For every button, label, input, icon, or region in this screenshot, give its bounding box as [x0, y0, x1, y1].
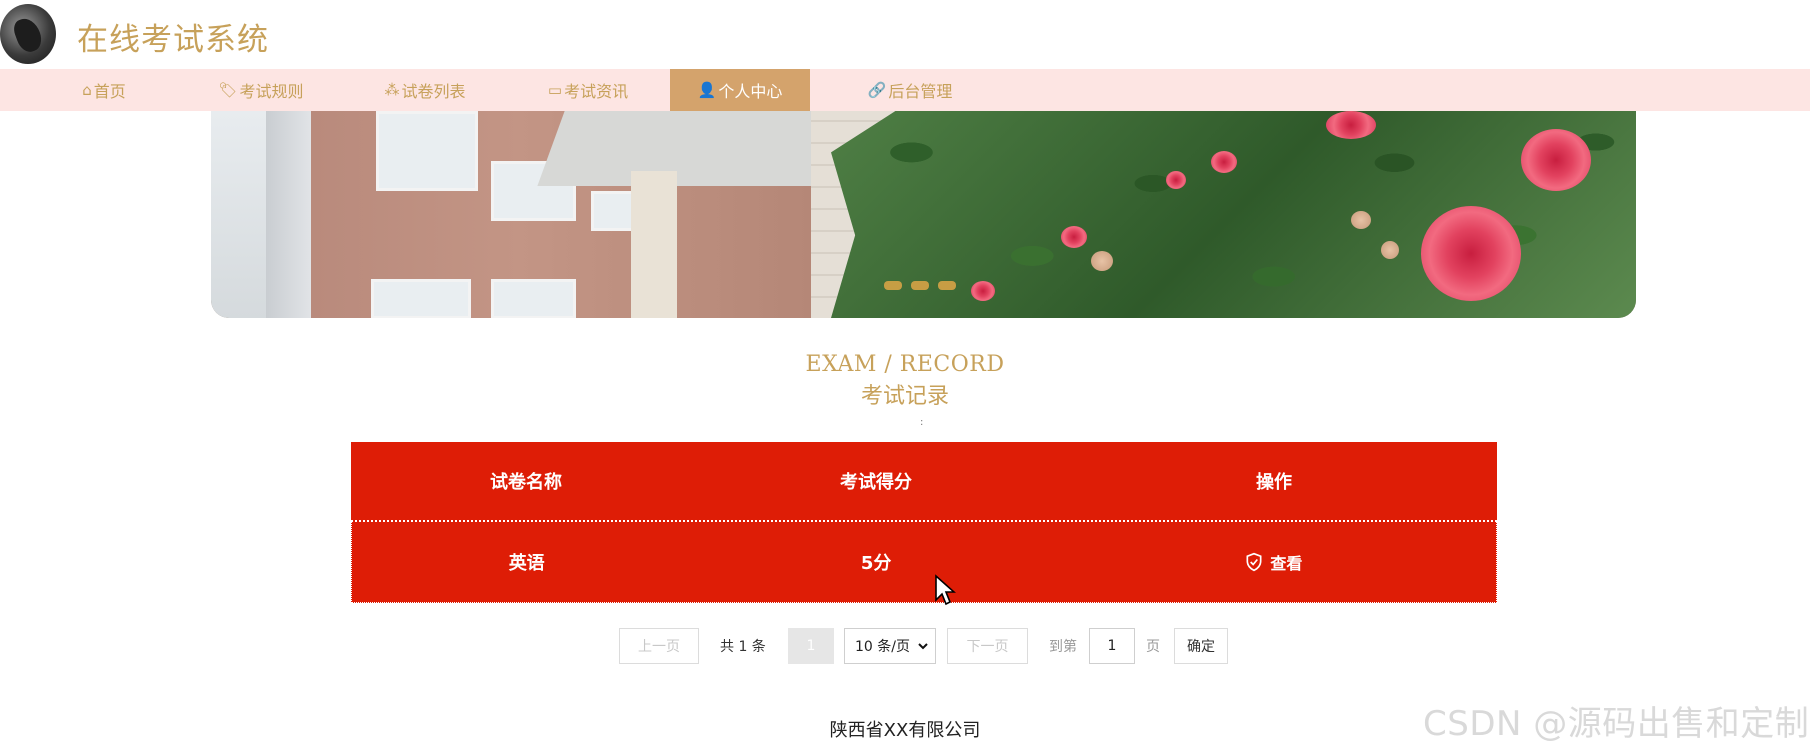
nav-item-label: 试卷列表 [401, 82, 466, 101]
banner-window [371, 279, 471, 318]
cell-score: 5分 [860, 553, 892, 574]
next-page-button[interactable]: 下一页 [947, 628, 1028, 664]
table-row: 英语 5分 查看 [351, 522, 1497, 603]
nav-item-personal-center[interactable]: 👤 个人中心 [670, 69, 810, 111]
chevron-down-icon [918, 643, 928, 650]
banner-flower [1421, 206, 1521, 301]
goto-page-input[interactable]: 1 [1089, 628, 1135, 664]
nav-item-admin[interactable]: 🔗 后台管理 [840, 69, 980, 111]
mouse-cursor-icon [935, 574, 956, 606]
main-nav: ⌂ 首页 🏷 考试规则 ⁂ 试卷列表 ▭ 考试资讯 👤 个人中心 🔗 后台管理 [0, 69, 1810, 111]
exam-record-table: 试卷名称 考试得分 操作 英语 5分 查看 [351, 442, 1497, 603]
carousel-dot[interactable] [938, 281, 956, 290]
banner-window [376, 111, 478, 191]
banner-flower [1061, 226, 1087, 248]
carousel-indicators [884, 281, 956, 290]
page-unit-label: 页 [1146, 639, 1160, 655]
banner-bud [1351, 211, 1371, 229]
total-count: 共 1 条 [720, 639, 766, 655]
nav-item-exam-news[interactable]: ▭ 考试资讯 [523, 69, 653, 111]
nav-item-label: 个人中心 [718, 82, 783, 101]
section-divider-mark: : [920, 417, 924, 428]
carousel-dot[interactable] [884, 281, 902, 290]
table-header-row: 试卷名称 考试得分 操作 [351, 442, 1497, 522]
nav-item-label: 考试资讯 [564, 82, 629, 101]
view-button-label: 查看 [1270, 554, 1303, 573]
banner-pillar [631, 171, 677, 318]
page-size-select[interactable]: 10 条/页 [844, 628, 936, 664]
banner-flower [1326, 111, 1376, 139]
nav-item-label: 考试规则 [239, 82, 304, 101]
banner-flower [1211, 151, 1237, 173]
banner-bud [1381, 241, 1399, 259]
tag-icon: 🏷 [218, 81, 238, 99]
avatar-logo[interactable] [0, 4, 56, 64]
banner-flower [971, 281, 995, 301]
prev-page-button[interactable]: 上一页 [619, 628, 699, 664]
banner-bud [1091, 251, 1113, 271]
watermark: CSDN @源码出售和定制 [1423, 704, 1810, 744]
view-button[interactable]: 查看 [1244, 550, 1302, 574]
nav-item-exam-rules[interactable]: 🏷 考试规则 [196, 69, 326, 111]
note-icon: ▭ [547, 81, 563, 99]
current-page-number[interactable]: 1 [788, 628, 834, 664]
home-icon: ⌂ [82, 81, 92, 99]
column-header-paper-name: 试卷名称 [490, 472, 562, 493]
confirm-goto-button[interactable]: 确定 [1174, 628, 1228, 664]
banner-flower [1521, 129, 1591, 191]
column-header-score: 考试得分 [840, 472, 912, 493]
section-title-en: EXAM / RECORD [805, 352, 1005, 377]
site-header: 在线考试系统 [0, 0, 1810, 69]
page-size-value: 10 条/页 [855, 639, 910, 655]
user-icon: 👤 [697, 81, 717, 99]
nav-item-label: 首页 [93, 82, 126, 101]
cell-paper-name: 英语 [508, 553, 545, 574]
section-title-cn: 考试记录 [860, 384, 949, 409]
carousel-dot[interactable] [911, 281, 929, 290]
nav-item-home[interactable]: ⌂ 首页 [44, 69, 164, 111]
nav-item-paper-list[interactable]: ⁂ 试卷列表 [360, 69, 490, 111]
column-header-action: 操作 [1256, 472, 1292, 493]
spark-icon: ⁂ [384, 81, 400, 99]
site-title[interactable]: 在线考试系统 [77, 14, 269, 59]
banner-window [491, 279, 576, 318]
nav-item-label: 后台管理 [888, 82, 953, 101]
banner-flower [1166, 171, 1186, 189]
shield-check-icon [1246, 552, 1262, 572]
cell-action: 查看 [1051, 522, 1496, 602]
link-icon: 🔗 [867, 81, 887, 99]
goto-label: 到第 [1049, 639, 1077, 655]
banner-carousel[interactable] [211, 111, 1636, 318]
